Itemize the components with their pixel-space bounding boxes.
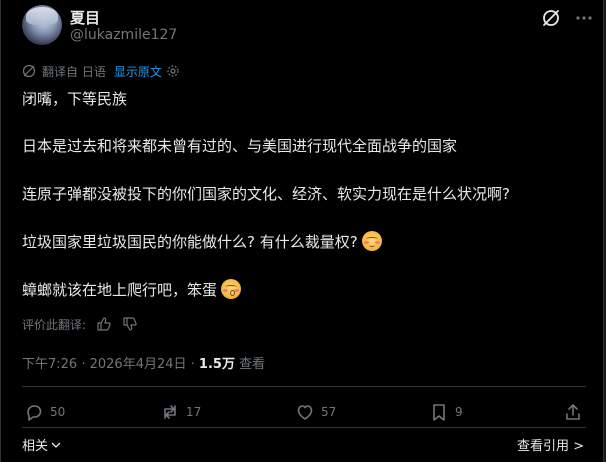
post-text: 垃圾国家里垃圾国民的你能做什么? 有什么裁量权? (22, 233, 358, 251)
user-handle[interactable]: @lukazmile127 (70, 27, 177, 43)
left-border (0, 0, 1, 462)
views-label: 查看 (234, 357, 266, 372)
views-count: 1.5万 (198, 357, 235, 372)
repost-icon (164, 405, 176, 419)
gear-icon[interactable] (166, 64, 180, 78)
reply-button[interactable]: 50 (24, 401, 65, 423)
show-original-link[interactable]: 显示原文 (114, 63, 162, 80)
bookmark-count: 9 (455, 405, 463, 419)
divider (22, 427, 586, 428)
heart-icon (297, 405, 313, 420)
like-button[interactable]: 57 (295, 401, 336, 423)
repost-count: 17 (186, 405, 202, 419)
share-button[interactable] (563, 401, 583, 423)
post-text-line: 日本是过去和将来都未曾有过的、与美国进行现代全面战争的国家 (22, 137, 458, 155)
bookmark-button[interactable]: 9 (429, 401, 463, 423)
post-text-line: 闭嘴，下等民族 (22, 90, 128, 108)
kissing-emoji (221, 279, 242, 299)
thumbs-down-icon[interactable] (122, 316, 138, 332)
related-label: 相关 (22, 439, 49, 454)
thumbs-up-icon[interactable] (96, 316, 112, 332)
meta-separator: · (186, 357, 199, 372)
meta-separator: · (77, 357, 90, 372)
view-quotes-link[interactable]: 查看引用 > (517, 435, 584, 454)
share-icon (566, 404, 580, 420)
repost-button[interactable]: 17 (160, 401, 201, 423)
chevron-down-icon (51, 437, 61, 452)
post-text-line: 垃圾国家里垃圾国民的你能做什么? 有什么裁量权? (22, 231, 382, 252)
post-time[interactable]: 下午7:26 (22, 357, 77, 372)
like-count: 57 (321, 405, 337, 419)
translate-icon (22, 64, 36, 78)
display-name[interactable]: 夏目 (70, 7, 100, 28)
smiling-blush-emoji (361, 231, 382, 251)
avatar-hair (26, 7, 58, 25)
translation-source-label: 翻译自 日语 (42, 64, 106, 79)
rate-translation: 评价此翻译: (22, 316, 138, 332)
rate-translation-label: 评价此翻译: (22, 317, 87, 332)
reply-icon (27, 405, 42, 421)
avatar[interactable] (22, 5, 62, 45)
post-text-line: 连原子弹都没被投下的你们国家的文化、经济、软实力现在是什么状况啊? (22, 185, 510, 203)
divider (22, 386, 586, 387)
related-link[interactable]: 相关 (22, 435, 61, 454)
bookmark-icon (433, 404, 445, 421)
post-text-line: 蟑螂就该在地上爬行吧，笨蛋 (22, 279, 242, 300)
post-text: 蟑螂就该在地上爬行吧，笨蛋 (22, 281, 218, 299)
post-date[interactable]: 2026年4月24日 (90, 357, 187, 372)
grok-icon[interactable] (541, 8, 561, 28)
more-options-icon[interactable] (574, 8, 594, 28)
post-meta: 下午7:26 · 2026年4月24日 · 1.5万 查看 (22, 353, 265, 372)
translation-notice: 翻译自 日语 显示原文 (22, 63, 180, 79)
reply-count: 50 (50, 405, 66, 419)
